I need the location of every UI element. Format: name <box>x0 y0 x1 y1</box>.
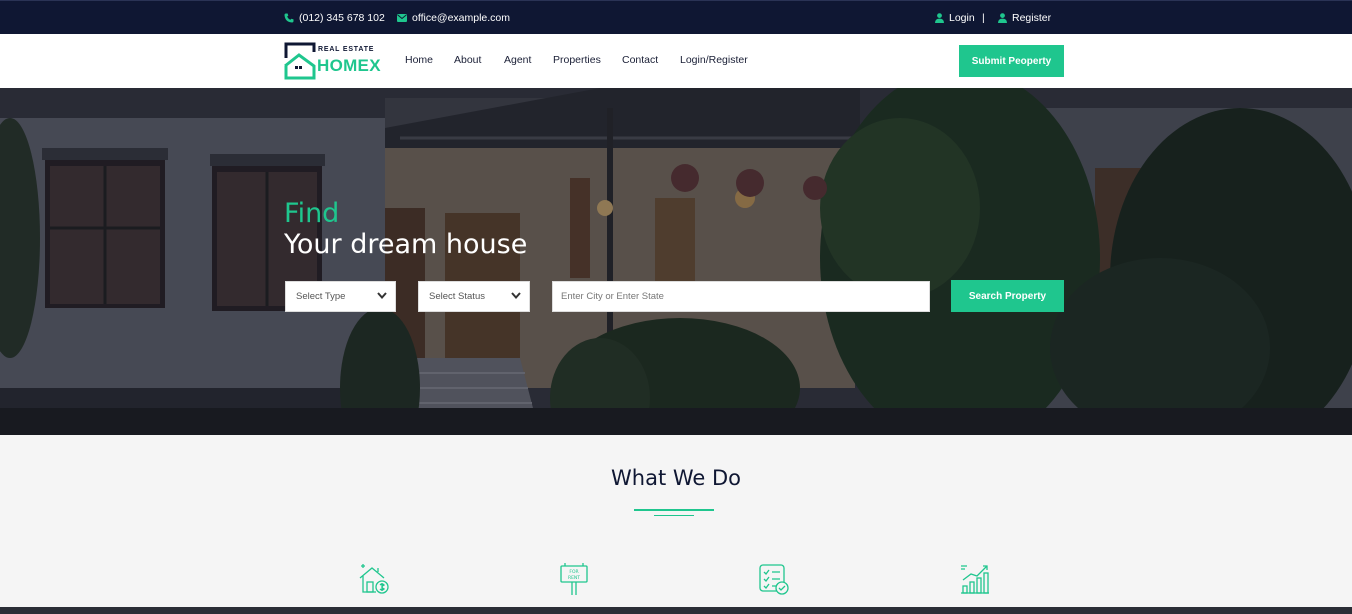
title-underline-short <box>654 515 694 516</box>
select-type-value: Select Type <box>296 291 346 302</box>
contact-email[interactable]: office@example.com <box>397 1 510 35</box>
nav-properties[interactable]: Properties <box>553 54 601 66</box>
nav-agent[interactable]: Agent <box>504 54 531 66</box>
chevron-down-icon <box>377 292 387 299</box>
growth-chart-icon <box>961 565 989 594</box>
envelope-icon <box>397 14 407 22</box>
register-link[interactable]: Register <box>998 1 1051 35</box>
user-icon <box>935 13 944 23</box>
phone-text: (012) 345 678 102 <box>299 12 385 24</box>
next-section-edge <box>0 607 1352 614</box>
house-dollar-icon <box>359 564 389 594</box>
hero-dark-overlay <box>0 88 1352 435</box>
checklist-icon <box>759 564 789 595</box>
nav-about[interactable]: About <box>454 54 481 66</box>
what-we-do-section: What We Do FOR RENT <box>0 435 1352 607</box>
select-status-value: Select Status <box>429 291 485 302</box>
search-property-button[interactable]: Search Property <box>951 280 1064 312</box>
topbar-separator: | <box>982 12 985 24</box>
chevron-down-icon <box>511 292 521 299</box>
hero-banner: Find Your dream house Select Type Select… <box>0 88 1352 435</box>
for-rent-sign-icon: FOR RENT <box>560 563 588 595</box>
contact-phone[interactable]: (012) 345 678 102 <box>284 1 385 35</box>
svg-text:FOR: FOR <box>569 569 578 575</box>
hero-title: Your dream house <box>284 229 528 260</box>
phone-icon <box>284 13 294 23</box>
top-bar: (012) 345 678 102 office@example.com Log… <box>0 0 1352 34</box>
section-title: What We Do <box>611 466 741 490</box>
submit-property-button[interactable]: Submit Peoperty <box>959 45 1064 77</box>
svg-text:RENT: RENT <box>568 575 580 581</box>
user-icon <box>998 13 1007 23</box>
title-underline <box>634 509 714 511</box>
nav-home[interactable]: Home <box>405 54 433 66</box>
hero-find-text: Find <box>284 198 340 229</box>
homex-logo[interactable]: REAL ESTATE HOMEX <box>284 42 384 80</box>
logo-house-icon <box>284 42 316 80</box>
select-type-dropdown[interactable]: Select Type <box>285 281 396 312</box>
login-link[interactable]: Login <box>935 1 975 35</box>
logo-wordmark: HOMEX <box>317 56 381 75</box>
logo-tagline: REAL ESTATE <box>318 46 375 53</box>
register-text: Register <box>1012 12 1052 24</box>
main-navbar: REAL ESTATE HOMEX Home About Agent Prope… <box>0 34 1352 88</box>
nav-login-register[interactable]: Login/Register <box>680 54 748 66</box>
nav-contact[interactable]: Contact <box>622 54 658 66</box>
select-status-dropdown[interactable]: Select Status <box>418 281 530 312</box>
email-text: office@example.com <box>412 12 511 24</box>
city-state-search-input[interactable] <box>552 281 930 312</box>
login-text: Login <box>949 12 975 24</box>
